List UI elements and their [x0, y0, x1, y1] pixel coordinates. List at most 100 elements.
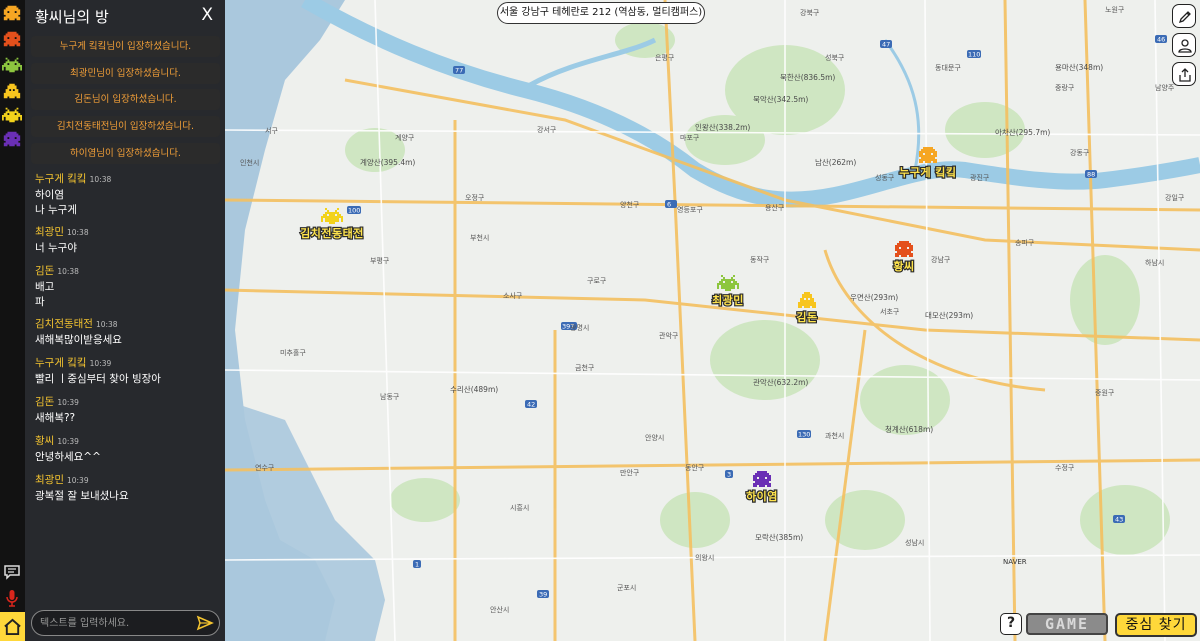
district-label: 하남시: [1145, 258, 1164, 267]
game-button[interactable]: GAME: [1026, 613, 1108, 635]
map-canvas[interactable]: 77 6 100 110 130 1 39 42 47 3 43 46 397 …: [225, 0, 1200, 641]
player-name: 김돈: [795, 310, 818, 325]
district-label: 노원구: [1105, 5, 1125, 14]
map-view[interactable]: 77 6 100 110 130 1 39 42 47 3 43 46 397 …: [225, 0, 1200, 641]
player-name: 최광민: [711, 293, 745, 308]
profile-icon: [1178, 39, 1192, 53]
player-marker[interactable]: 누구게 킼킼: [893, 146, 963, 180]
message-author: 김돈 10:38: [35, 263, 79, 278]
entry-notice: 누구게 킼킼님이 입장하셨습니다.: [31, 36, 220, 57]
district-label: 연수구: [255, 464, 275, 472]
mountain-label: 계양산(395.4m): [360, 157, 415, 167]
message-time: 10:38: [95, 320, 118, 329]
message-time: 10:38: [57, 267, 79, 276]
player-marker[interactable]: 김치전동태전: [297, 207, 367, 241]
mountain-label: 청계산(618m): [885, 424, 933, 434]
author-name: 김돈: [35, 265, 55, 277]
player-avatar-icon[interactable]: [2, 106, 22, 124]
author-name: 황씨: [35, 435, 55, 447]
message-time: 10:39: [89, 359, 112, 368]
message-time: 10:39: [57, 437, 79, 446]
draw-button[interactable]: [1172, 4, 1196, 28]
road-number: 42: [527, 401, 535, 409]
road-number: 39: [539, 591, 547, 599]
author-name: 김돈: [35, 396, 55, 408]
message-text: 광복절 잘 보내셨나요: [35, 490, 129, 502]
message-author: 누구게 킼킼 10:38: [35, 171, 111, 186]
player-name: 하이염: [745, 489, 779, 504]
message-text: 새해복??: [35, 412, 76, 424]
pencil-icon: [1178, 11, 1191, 24]
player-avatar-icon: [717, 275, 739, 291]
district-label: 남양주: [1155, 83, 1175, 92]
message-author: 김돈 10:39: [35, 394, 79, 409]
help-button[interactable]: ?: [1000, 613, 1022, 635]
message-time: 10:39: [57, 398, 79, 407]
player-name: 김치전동태전: [299, 226, 365, 241]
district-label: 서구: [265, 126, 278, 135]
player-avatar-icon[interactable]: [2, 130, 22, 148]
message-text: 빨리 ㅣ중심부터 찾아 빙장아: [35, 373, 161, 385]
mountain-label: 남산(262m): [815, 157, 856, 167]
player-avatar-icon[interactable]: [2, 82, 22, 100]
district-label: 강서구: [537, 125, 557, 134]
district-label: 용산구: [765, 203, 785, 212]
home-icon: [4, 618, 21, 636]
district-label: 관악구: [659, 331, 679, 340]
home-button[interactable]: [0, 612, 25, 641]
district-label: 미추홀구: [280, 348, 306, 357]
send-icon[interactable]: [196, 615, 214, 631]
find-center-button[interactable]: 중심 찾기: [1115, 613, 1197, 637]
district-label: 서초구: [880, 307, 900, 316]
message-author: 황씨 10:39: [35, 433, 79, 448]
district-label: 의왕시: [695, 553, 714, 562]
mountain-label: 북한산(836.5m): [780, 72, 835, 82]
district-label: 금천구: [575, 363, 595, 372]
district-label: 시흥시: [510, 503, 529, 512]
player-avatar-icon: [753, 471, 771, 487]
mountain-label: 인왕산(338.2m): [695, 122, 750, 132]
road-number: 46: [1157, 36, 1165, 44]
entry-notice: 최광민님이 입장하셨습니다.: [31, 63, 220, 84]
microphone-icon[interactable]: [2, 588, 22, 608]
chat-text-input[interactable]: [40, 615, 190, 631]
district-label: 동작구: [750, 255, 770, 264]
player-avatar-icon: [321, 208, 343, 224]
district-label: 마포구: [680, 133, 700, 142]
player-avatar-icon: [895, 241, 913, 257]
player-marker[interactable]: 최광민: [693, 274, 763, 308]
message-text: 너 누구야: [35, 242, 77, 254]
left-icon-strip: [0, 0, 25, 641]
district-label: 성남시: [905, 538, 924, 547]
district-label: 남동구: [380, 392, 400, 401]
road-number: 77: [455, 67, 463, 75]
mountain-label: 우면산(293m): [850, 292, 898, 302]
district-label: 부평구: [370, 256, 390, 265]
message-text: 하이염: [35, 189, 64, 201]
player-avatar-icon[interactable]: [2, 56, 22, 74]
chat-icon[interactable]: [2, 562, 22, 582]
share-button[interactable]: [1172, 62, 1196, 86]
message-time: 10:39: [66, 476, 89, 485]
room-title: 황씨님의 방: [35, 8, 109, 26]
road-number: 43: [1115, 516, 1123, 524]
player-avatar-icon[interactable]: [2, 30, 22, 48]
player-avatar-icon[interactable]: [2, 4, 22, 22]
road-number: 6: [667, 201, 671, 209]
player-marker[interactable]: 김돈: [772, 291, 842, 325]
player-name: 누구게 킼킼: [898, 165, 957, 180]
address-label: 서울 강남구 테헤란로 212 (역삼동, 멀티캠퍼스): [497, 2, 705, 24]
mountain-label: 북악산(342.5m): [753, 94, 808, 104]
player-marker[interactable]: 황씨: [869, 240, 939, 274]
mountain-label: 대모산(293m): [925, 310, 973, 320]
entry-notice: 김치전동태전님이 입장하셨습니다.: [31, 116, 220, 137]
district-label: 양천구: [620, 200, 640, 209]
chat-input-box: [31, 610, 220, 636]
player-marker[interactable]: 하이염: [727, 470, 797, 504]
district-label: 안산시: [490, 605, 509, 614]
district-label: 소사구: [503, 291, 523, 300]
player-avatar-icon: [919, 147, 937, 163]
close-button[interactable]: X: [201, 5, 213, 25]
profile-button[interactable]: [1172, 33, 1196, 57]
district-label: 중랑구: [1055, 84, 1075, 92]
